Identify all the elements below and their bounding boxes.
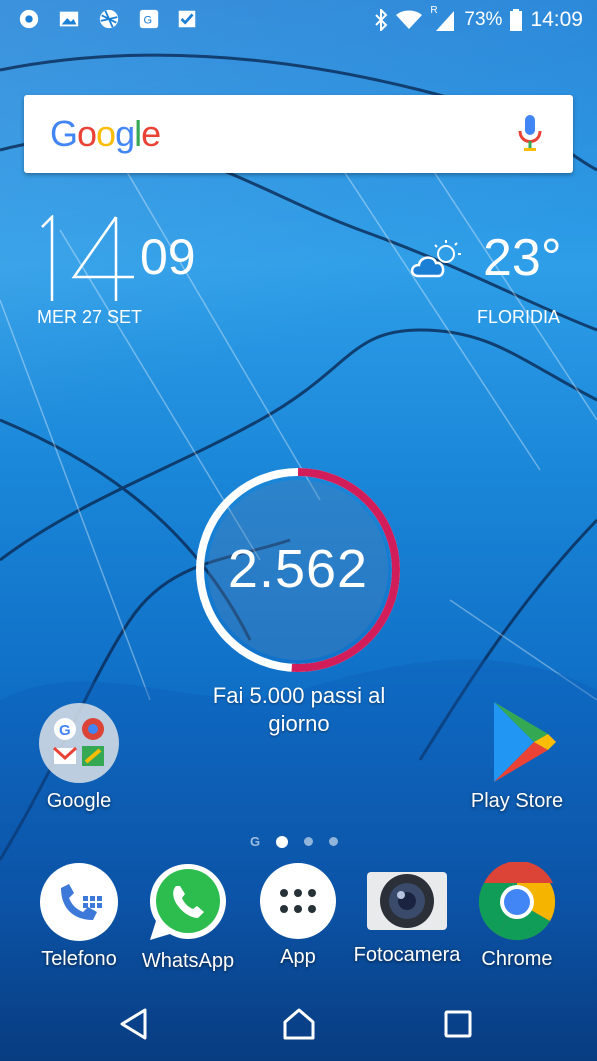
phone-icon	[40, 863, 118, 941]
page-dot[interactable]	[304, 837, 314, 846]
page-indicator: G	[250, 834, 339, 849]
google-search-bar[interactable]: Google	[24, 95, 573, 173]
wifi-icon	[396, 10, 423, 29]
play-store-label: Play Store	[470, 790, 564, 812]
home-icon[interactable]	[282, 1007, 316, 1041]
recents-icon[interactable]	[444, 1010, 472, 1038]
app-drawer-button[interactable]: App	[243, 862, 353, 969]
partly-cloudy-icon	[410, 240, 461, 278]
clock-date: MER 27 SET	[37, 307, 143, 327]
mic-icon[interactable]	[517, 115, 543, 153]
page-dot[interactable]	[276, 835, 289, 848]
telefono-app[interactable]: Telefono	[24, 862, 134, 971]
weather-location: FLORIDIA	[477, 307, 561, 327]
page-dot[interactable]	[329, 837, 339, 846]
chrome-label: Chrome	[481, 948, 553, 970]
signal-icon: R	[430, 5, 456, 31]
ball-icon	[99, 9, 119, 29]
google-page-mark: G	[250, 834, 261, 849]
clock-hour	[41, 215, 134, 301]
fotocamera-app[interactable]: Fotocamera	[352, 864, 462, 967]
clock-minute: 09	[140, 229, 196, 285]
gallery-icon	[59, 11, 79, 27]
navigation-bar	[0, 990, 597, 1061]
whatsapp-icon	[150, 864, 226, 940]
telefono-label: Telefono	[41, 948, 117, 970]
whatsapp-app[interactable]: WhatsApp	[133, 860, 243, 973]
play-store-app[interactable]: Play Store	[462, 700, 572, 813]
app-drawer-label: App	[280, 946, 316, 968]
camera-icon	[367, 872, 447, 930]
play-store-icon	[494, 702, 556, 782]
steps-count: 2.562	[227, 539, 369, 599]
steps-goal-caption: Fai 5.000 passi al giorno	[212, 683, 386, 736]
google-folder-label: Google	[46, 790, 112, 812]
google-logo: Google	[50, 113, 161, 154]
maps-icon: G	[139, 9, 159, 29]
checklist-icon	[178, 10, 196, 28]
bluetooth-icon	[375, 9, 388, 31]
app-drawer-icon	[260, 863, 336, 939]
google-folder-icon: G	[39, 703, 119, 783]
whatsapp-label: WhatsApp	[141, 950, 235, 972]
status-bar: G R 73% 14:09	[0, 0, 597, 40]
fotocamera-label: Fotocamera	[353, 944, 461, 966]
weather-temperature: 23°	[483, 229, 562, 287]
status-time: 14:09	[530, 8, 583, 31]
battery-icon	[510, 9, 523, 31]
settings-gear-icon	[19, 9, 39, 29]
chrome-icon	[478, 862, 556, 941]
svg-text:G: G	[144, 15, 153, 27]
chrome-app[interactable]: Chrome	[462, 862, 572, 971]
back-icon[interactable]	[118, 1007, 148, 1041]
svg-text:G: G	[59, 722, 71, 739]
battery-percent: 73%	[464, 9, 503, 30]
google-folder[interactable]: G Google	[24, 702, 134, 813]
